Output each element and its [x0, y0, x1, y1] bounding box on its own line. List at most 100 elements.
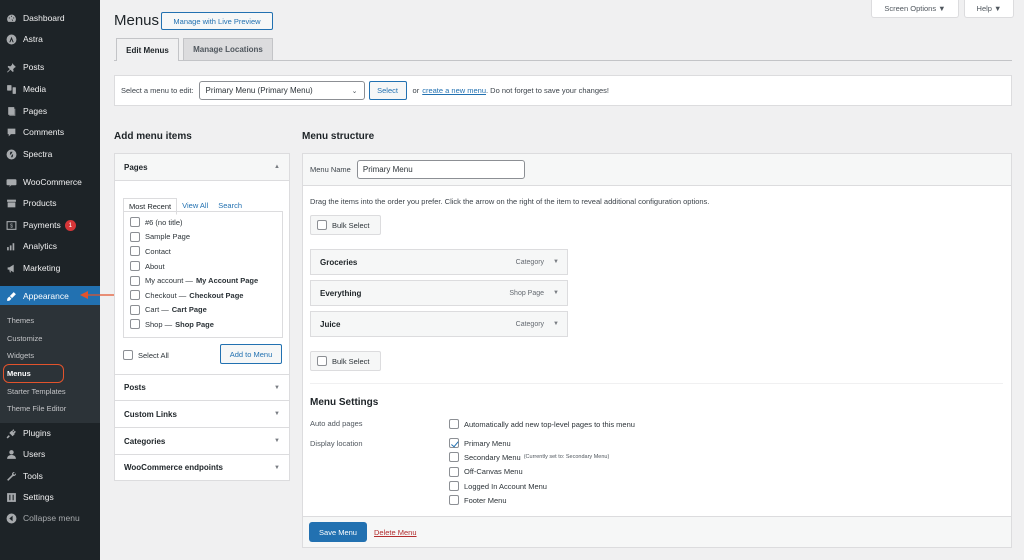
list-item[interactable]: My account — My Account Page — [130, 273, 282, 288]
sidebar-item-astra[interactable]: Astra — [0, 29, 100, 49]
or-text: or — [412, 86, 420, 95]
location-option[interactable]: Logged In Account Menu — [449, 479, 609, 493]
list-item[interactable]: About — [130, 259, 282, 274]
checkbox[interactable] — [130, 304, 140, 315]
collapse-menu-button[interactable]: Collapse menu — [0, 508, 100, 528]
sidebar-item-plugins[interactable]: Plugins — [0, 423, 100, 443]
live-preview-button[interactable]: Manage with Live Preview — [161, 12, 273, 30]
select-button[interactable]: Select — [368, 81, 407, 100]
triangle-down-icon[interactable]: ▼ — [553, 259, 559, 265]
option-label: Footer Menu — [464, 495, 507, 505]
posts-accordion-header[interactable]: Posts ▼ — [115, 374, 289, 401]
pages-accordion-header[interactable]: Pages ▲ — [115, 154, 289, 181]
sidebar-item-users[interactable]: Users — [0, 444, 100, 464]
pushpin-icon — [5, 61, 17, 73]
sidebar-item-label: Media — [23, 84, 47, 94]
accordion-title: Pages — [124, 162, 148, 172]
sidebar-item-dashboard[interactable]: Dashboard — [0, 8, 100, 28]
auto-add-checkbox-row[interactable]: Automatically add new top-level pages to… — [449, 417, 635, 432]
triangle-down-icon[interactable]: ▼ — [553, 321, 559, 327]
auto-add-pages-option: Automatically add new top-level pages to… — [449, 417, 635, 432]
categories-accordion-header[interactable]: Categories ▼ — [115, 428, 289, 455]
sidebar-item-settings[interactable]: Settings — [0, 487, 100, 507]
select-all-checkbox[interactable]: Select All — [123, 348, 169, 363]
sidebar-item-analytics[interactable]: Analytics — [0, 236, 100, 256]
location-option[interactable]: Off-Canvas Menu — [449, 465, 609, 479]
menu-item[interactable]: Everything Shop Page ▼ — [310, 280, 568, 306]
submenu-item-customize[interactable]: Customize — [7, 331, 42, 345]
location-option[interactable]: Primary Menu — [449, 436, 609, 450]
sidebar-item-posts[interactable]: Posts — [0, 57, 100, 77]
submenu-item-widgets[interactable]: Widgets — [7, 348, 34, 362]
checkbox[interactable] — [130, 246, 140, 257]
custom-links-accordion-header[interactable]: Custom Links ▼ — [115, 401, 289, 428]
sidebar-item-woocommerce[interactable]: WooCommerce — [0, 172, 100, 192]
checkbox[interactable] — [449, 466, 459, 477]
sidebar-item-marketing[interactable]: Marketing — [0, 258, 100, 278]
checkbox[interactable] — [130, 231, 140, 242]
checkbox[interactable] — [449, 495, 459, 506]
sidebar-item-label: Tools — [23, 471, 43, 481]
checkbox-checked[interactable] — [449, 438, 459, 449]
submenu-item-starter-templates[interactable]: Starter Templates — [7, 384, 66, 398]
bulk-select-checkbox[interactable]: Bulk Select — [310, 351, 381, 371]
list-item[interactable]: Checkout — Checkout Page — [130, 288, 282, 303]
checkbox[interactable] — [317, 356, 327, 366]
list-item[interactable]: Cart — Cart Page — [130, 303, 282, 318]
accordion-title: Posts — [124, 383, 146, 392]
menu-item-title: Groceries — [320, 257, 358, 267]
triangle-up-icon: ▲ — [274, 164, 280, 170]
sidebar-item-media[interactable]: Media — [0, 79, 100, 99]
delete-menu-link[interactable]: Delete Menu — [374, 528, 417, 537]
sidebar-item-tools[interactable]: Tools — [0, 466, 100, 486]
list-item[interactable]: Shop — Shop Page — [130, 317, 282, 332]
submenu-item-theme-file-editor[interactable]: Theme File Editor — [7, 401, 66, 415]
page-label: Sample Page — [145, 232, 191, 242]
menu-select-dropdown[interactable]: Primary Menu (Primary Menu) ⌄ — [198, 81, 365, 100]
submenu-item-themes[interactable]: Themes — [7, 313, 34, 327]
location-option[interactable]: Secondary Menu (Currently set to: Seconda… — [449, 450, 609, 464]
sidebar-item-payments[interactable]: $ Payments 1 — [0, 215, 100, 235]
sidebar-item-pages[interactable]: Pages — [0, 101, 100, 121]
menu-item[interactable]: Juice Category ▼ — [310, 311, 568, 337]
checkbox[interactable] — [130, 275, 140, 286]
tab-manage-locations[interactable]: Manage Locations — [183, 38, 273, 60]
checkbox[interactable] — [449, 419, 459, 430]
woocommerce-endpoints-accordion-header[interactable]: WooCommerce endpoints ▼ — [115, 454, 289, 481]
checkbox[interactable] — [130, 319, 140, 330]
sidebar-item-comments[interactable]: Comments — [0, 122, 100, 142]
triangle-down-icon: ▼ — [274, 464, 280, 471]
checkbox[interactable] — [130, 217, 140, 228]
menu-item[interactable]: Groceries Category ▼ — [310, 249, 568, 275]
highlight-annotation — [3, 364, 64, 383]
help-button[interactable]: Help ▼ — [964, 0, 1014, 18]
save-menu-button[interactable]: Save Menu — [309, 522, 367, 542]
list-item[interactable]: Contact — [130, 244, 282, 259]
checkbox[interactable] — [123, 350, 133, 361]
checkbox[interactable] — [130, 290, 140, 301]
add-to-menu-button[interactable]: Add to Menu — [220, 344, 282, 364]
sidebar-item-label: Pages — [23, 106, 48, 116]
sidebar-item-spectra[interactable]: Spectra — [0, 144, 100, 164]
screen-options-button[interactable]: Screen Options ▼ — [871, 0, 959, 18]
bulk-select-checkbox[interactable]: Bulk Select — [310, 215, 381, 235]
menu-item-title: Everything — [320, 288, 362, 298]
checkbox[interactable] — [317, 220, 327, 230]
checkbox[interactable] — [449, 452, 459, 463]
menu-name-input[interactable]: Primary Menu — [356, 160, 525, 179]
settings-sliders-icon — [5, 491, 17, 503]
add-menu-items-panel: Pages ▲ Most Recent View All Search #6 (… — [114, 153, 290, 481]
list-item[interactable]: #6 (no title) — [130, 215, 282, 230]
create-new-menu-link[interactable]: create a new menu — [422, 86, 486, 95]
tab-edit-menus[interactable]: Edit Menus — [116, 38, 179, 61]
sidebar-item-products[interactable]: Products — [0, 193, 100, 213]
astra-icon — [5, 33, 17, 45]
location-option[interactable]: Footer Menu — [449, 493, 609, 507]
sidebar-item-label: Settings — [23, 492, 54, 502]
list-item[interactable]: Sample Page — [130, 230, 282, 245]
archive-box-icon — [5, 197, 17, 209]
checkbox[interactable] — [130, 261, 140, 272]
checkbox[interactable] — [449, 481, 459, 492]
triangle-down-icon[interactable]: ▼ — [553, 290, 559, 296]
option-label: Logged In Account Menu — [464, 481, 547, 491]
